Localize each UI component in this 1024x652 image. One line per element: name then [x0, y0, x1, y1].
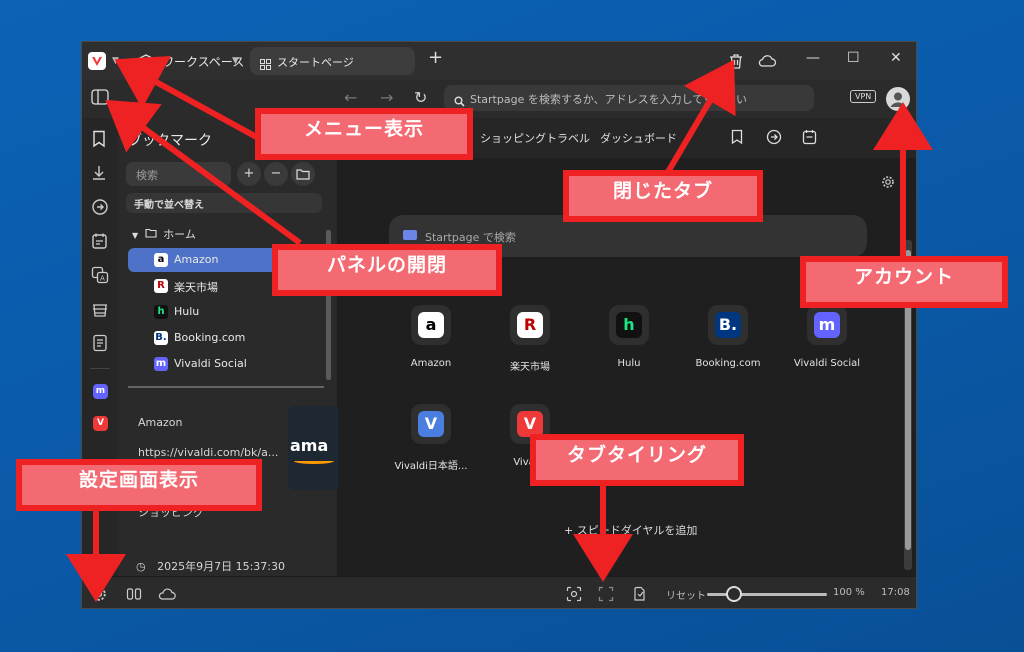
callout-settings-text: 設定画面表示	[22, 465, 256, 505]
callout-tiling: タブタイリング	[530, 434, 744, 486]
callout-panel-text: パネルの開閉	[278, 250, 496, 290]
callout-tiling-text: タブタイリング	[536, 440, 738, 480]
callout-menu-text: メニュー表示	[261, 114, 467, 154]
callout-settings: 設定画面表示	[16, 459, 262, 511]
callout-panel: パネルの開閉	[272, 244, 502, 296]
arrow-closed-tabs	[665, 59, 736, 174]
callout-menu: メニュー表示	[255, 108, 473, 160]
callout-account-text: アカウント	[806, 262, 1002, 302]
annotation-arrows	[66, 55, 933, 602]
callout-closed-tabs-text: 閉じたタブ	[569, 176, 757, 216]
callout-closed-tabs: 閉じたタブ	[563, 170, 763, 222]
callout-account: アカウント	[800, 256, 1008, 308]
